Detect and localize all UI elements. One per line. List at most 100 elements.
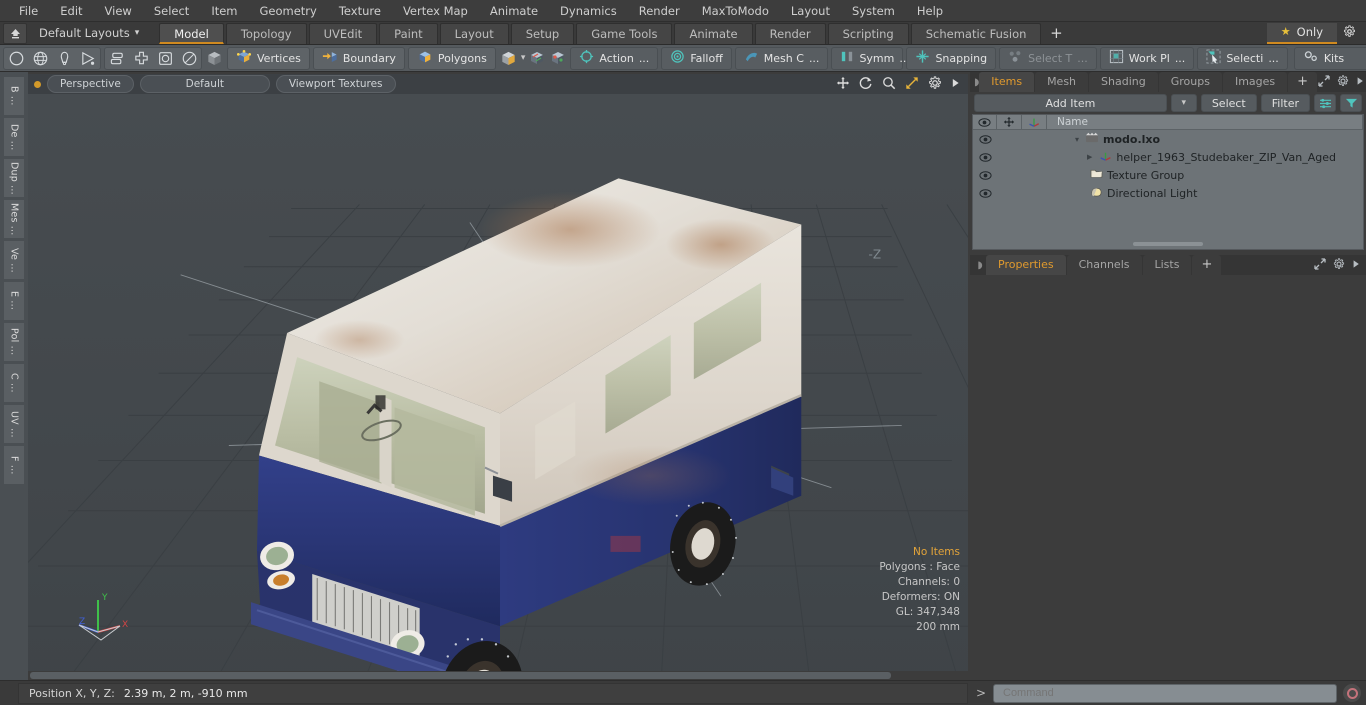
rotate-icon[interactable]: [859, 76, 873, 93]
vtab-edge[interactable]: E ...: [3, 281, 25, 321]
tab-images[interactable]: Images: [1222, 72, 1288, 92]
vtab-uv[interactable]: UV ...: [3, 404, 25, 444]
list-options-icon[interactable]: [1314, 94, 1336, 112]
gear-icon[interactable]: [1337, 74, 1349, 90]
add-item-dropdown[interactable]: ▾: [1170, 94, 1197, 112]
mesh-dropdown-caret[interactable]: ▾: [521, 48, 526, 69]
circle-icon[interactable]: [4, 48, 28, 69]
play-icon[interactable]: [1356, 76, 1364, 89]
filter-button[interactable]: Filter: [1260, 94, 1310, 112]
expand-icon[interactable]: [1318, 74, 1330, 90]
tab-channels[interactable]: Channels: [1066, 255, 1142, 275]
row-name-cell[interactable]: ▶ helper_1963_Studebaker_ZIP_Van_Aged: [1047, 150, 1363, 165]
table-row[interactable]: Texture Group: [973, 166, 1363, 184]
menu-item-vertex-map[interactable]: Vertex Map: [392, 0, 479, 22]
center-icon[interactable]: [129, 48, 153, 69]
paint-cube-a-icon[interactable]: [528, 48, 546, 69]
menu-item-dynamics[interactable]: Dynamics: [549, 0, 628, 22]
paint-cube-b-icon[interactable]: [549, 48, 567, 69]
row-eye-icon[interactable]: [973, 170, 997, 180]
row-eye-icon[interactable]: [973, 152, 997, 162]
record-ring-icon[interactable]: [1342, 683, 1362, 703]
add-tab-button[interactable]: +: [1043, 23, 1069, 44]
vertices-mode-button[interactable]: Vertices: [227, 46, 310, 70]
gear-icon[interactable]: [1333, 257, 1345, 273]
select-button[interactable]: Select: [1200, 94, 1257, 112]
menu-item-texture[interactable]: Texture: [328, 0, 392, 22]
tab-mesh-ops[interactable]: Mesh Ops: [1035, 72, 1089, 108]
globe-icon[interactable]: [28, 48, 52, 69]
polygons-mode-button[interactable]: Polygons: [407, 46, 496, 70]
work-plane-button[interactable]: Work Pl ...: [1099, 46, 1195, 70]
menu-item-maxtomodo[interactable]: MaxToModo: [691, 0, 780, 22]
viewport-3d[interactable]: -Z Y X Z No Items Polygons : Face Channe: [28, 94, 968, 671]
command-input[interactable]: [993, 683, 1337, 703]
vtab-curve[interactable]: C ...: [3, 363, 25, 403]
stack-icon[interactable]: [105, 48, 129, 69]
selection-set-button[interactable]: Selecti ...: [1197, 46, 1288, 70]
tab-uvedit[interactable]: UVEdit: [308, 22, 378, 44]
tab-render[interactable]: Render: [754, 22, 826, 44]
expand-icon[interactable]: [1314, 257, 1326, 273]
action-center-button[interactable]: Action ...: [570, 46, 659, 70]
panel-menu-dot-icon[interactable]: ◗: [974, 260, 986, 271]
zoom-icon[interactable]: [882, 76, 896, 93]
viewport-preset-chip[interactable]: Default: [139, 75, 270, 93]
column-move-icon[interactable]: [997, 115, 1022, 129]
maximize-icon[interactable]: [905, 76, 919, 93]
add-properties-tab-button[interactable]: +: [1192, 255, 1222, 275]
row-name-cell[interactable]: Texture Group: [1047, 168, 1363, 182]
mesh-constraint-button[interactable]: Mesh C ...: [734, 46, 829, 70]
add-item-button[interactable]: Add Item: [974, 94, 1167, 112]
move-icon[interactable]: [836, 76, 850, 93]
play-icon[interactable]: [951, 77, 960, 92]
add-panel-tab-button[interactable]: +: [1288, 72, 1318, 92]
symmetry-button[interactable]: Symm ...: [831, 46, 910, 70]
row-eye-icon[interactable]: [973, 134, 997, 144]
play-icon[interactable]: [1352, 259, 1360, 272]
only-toggle[interactable]: ★ Only: [1266, 22, 1337, 44]
gear-icon[interactable]: [928, 75, 942, 93]
table-row[interactable]: ▶ helper_1963_Studebaker_ZIP_Van_Aged: [973, 148, 1363, 166]
menu-item-edit[interactable]: Edit: [49, 0, 93, 22]
tab-model[interactable]: Model: [159, 22, 224, 44]
sphere-icon[interactable]: [177, 48, 201, 69]
tab-setup[interactable]: Setup: [510, 22, 575, 44]
cube-icon[interactable]: [205, 48, 224, 69]
tab-shading[interactable]: Shading: [1089, 72, 1158, 92]
snapping-button[interactable]: Snapping: [906, 46, 997, 70]
kits-button[interactable]: Kits: [1293, 46, 1366, 70]
vtab-duplicate[interactable]: Dup ...: [3, 158, 25, 198]
record-dot-icon[interactable]: [34, 80, 41, 88]
tab-game-tools[interactable]: Game Tools: [576, 22, 673, 44]
column-visibility-eye-icon[interactable]: [973, 115, 997, 129]
menu-item-file[interactable]: File: [8, 0, 49, 22]
menu-item-help[interactable]: Help: [906, 0, 954, 22]
select-through-button[interactable]: Select T ...: [999, 46, 1097, 70]
vtab-deform[interactable]: De ...: [3, 117, 25, 157]
table-row[interactable]: Directional Light: [973, 184, 1363, 202]
menu-item-layout[interactable]: Layout: [780, 0, 841, 22]
tab-layout[interactable]: Layout: [439, 22, 509, 44]
row-name-cell[interactable]: Directional Light: [1047, 186, 1363, 201]
tab-paint[interactable]: Paint: [379, 22, 438, 44]
tab-scripting[interactable]: Scripting: [827, 22, 909, 44]
mesh-cube-icon[interactable]: [499, 48, 518, 69]
menu-item-select[interactable]: Select: [143, 0, 200, 22]
vtab-mesh-edit[interactable]: Mes ...: [3, 199, 25, 239]
table-row[interactable]: ▾ modo.lxo: [973, 130, 1363, 148]
tab-lists[interactable]: Lists: [1142, 255, 1192, 275]
expander-icon[interactable]: ▾: [1075, 135, 1079, 144]
gear-icon[interactable]: [1337, 25, 1361, 41]
tab-schematic-fusion[interactable]: Schematic Fusion: [910, 22, 1042, 44]
tab-animate[interactable]: Animate: [674, 22, 753, 44]
row-eye-icon[interactable]: [973, 188, 997, 198]
curve-icon[interactable]: [76, 48, 100, 69]
menu-item-geometry[interactable]: Geometry: [249, 0, 328, 22]
vtab-fur[interactable]: F ...: [3, 445, 25, 485]
item-list-hscroll-thumb[interactable]: [1133, 242, 1203, 246]
viewport-hscrollbar[interactable]: [28, 671, 968, 680]
pen-icon[interactable]: [52, 48, 76, 69]
viewport-hscroll-thumb[interactable]: [30, 672, 892, 679]
vtab-basic[interactable]: B ...: [3, 76, 25, 116]
